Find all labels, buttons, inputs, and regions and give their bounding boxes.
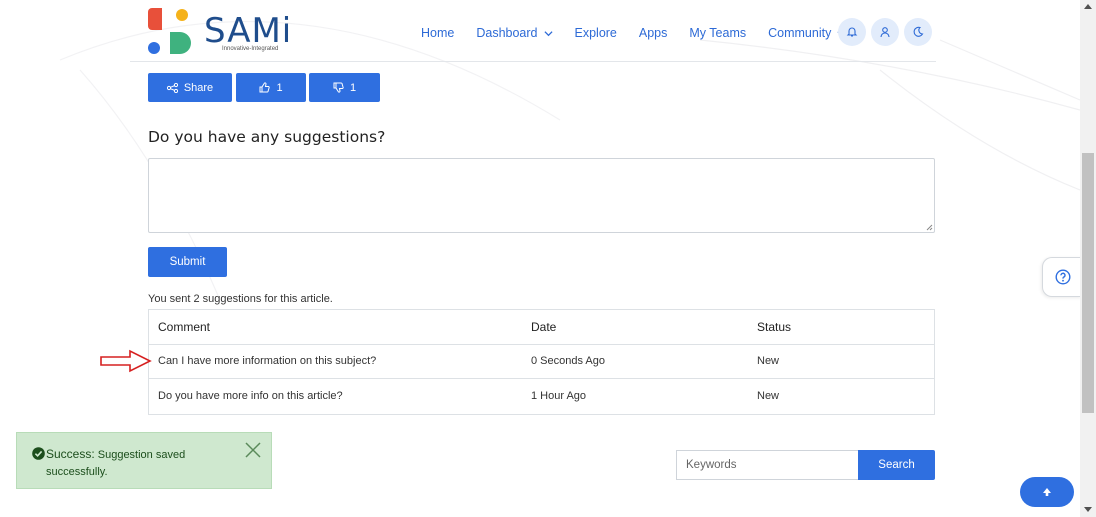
table-row: Can I have more information on this subj…	[149, 345, 934, 379]
share-button[interactable]: Share	[148, 73, 232, 102]
nav-item-home[interactable]: Home	[421, 26, 454, 40]
annotation-arrow-icon	[100, 349, 152, 373]
comment-cell: Do you have more info on this article?	[158, 390, 343, 403]
column-header-date: Date	[531, 319, 557, 334]
page-scrollbar[interactable]	[1080, 0, 1096, 517]
suggestions-count-note: You sent 2 suggestions for this article.	[148, 293, 333, 305]
profile-button[interactable]	[871, 18, 899, 46]
nav-item-explore-label: Explore	[574, 26, 617, 40]
dislike-button[interactable]: 1	[309, 73, 380, 102]
success-toast: Success: Suggestion saved successfully.	[16, 432, 272, 489]
like-count: 1	[276, 81, 283, 94]
search-input[interactable]	[676, 450, 858, 480]
close-icon[interactable]	[244, 441, 262, 459]
nav-item-community-label: Community	[768, 26, 832, 40]
share-icon	[166, 82, 178, 93]
scrollbar-thumb[interactable]	[1082, 153, 1094, 413]
thumbs-up-icon	[259, 82, 271, 93]
back-to-top-button[interactable]	[1020, 477, 1074, 507]
bell-icon	[846, 27, 858, 37]
suggestions-heading: Do you have any suggestions?	[148, 128, 386, 146]
column-header-comment: Comment	[158, 319, 211, 334]
status-cell: New	[757, 390, 780, 403]
toast-label: Success:	[46, 447, 95, 461]
article-actions: Share 1 1	[148, 73, 380, 102]
logo[interactable]: SAMi Innovative-Integrated	[148, 8, 298, 54]
suggestion-textarea[interactable]	[148, 158, 935, 233]
moon-icon	[913, 26, 924, 37]
chevron-down-icon	[543, 30, 553, 36]
nav-item-my-teams[interactable]: My Teams	[689, 26, 746, 40]
help-icon	[1054, 269, 1071, 285]
theme-toggle-button[interactable]	[904, 18, 932, 46]
check-circle-icon	[32, 447, 45, 460]
table-row: Do you have more info on this article? 1…	[149, 379, 934, 414]
nav-item-explore[interactable]: Explore	[575, 26, 617, 40]
like-button[interactable]: 1	[236, 73, 306, 102]
nav-item-dashboard[interactable]: Dashboard	[476, 26, 553, 40]
nav-item-dashboard-label: Dashboard	[476, 26, 538, 40]
arrow-up-icon	[1043, 488, 1051, 496]
suggestions-table: Comment Date Status Can I have more info…	[148, 309, 935, 415]
column-header-status: Status	[757, 319, 792, 334]
nav-item-my-teams-label: My Teams	[689, 26, 747, 40]
table-header-row: Comment Date Status	[149, 310, 934, 345]
submit-button[interactable]: Submit	[148, 247, 227, 277]
scroll-up-arrow-icon[interactable]	[1084, 4, 1092, 9]
resize-grip-icon[interactable]	[925, 223, 933, 231]
scroll-down-arrow-icon[interactable]	[1084, 507, 1092, 512]
nav-item-apps[interactable]: Apps	[639, 26, 668, 40]
header-icon-group	[838, 18, 937, 46]
date-cell: 0 Seconds Ago	[531, 355, 606, 368]
dislike-count: 1	[349, 81, 357, 94]
nav-item-home-label: Home	[421, 26, 455, 40]
logo-tagline: Innovative-Integrated	[222, 46, 279, 52]
logo-mark-icon	[148, 8, 191, 54]
date-cell: 1 Hour Ago	[531, 390, 587, 403]
search-button[interactable]: Search	[858, 450, 935, 480]
nav-item-community[interactable]: Community	[768, 26, 846, 40]
main-nav: Home Dashboard Explore Apps My Teams Com…	[421, 22, 868, 44]
nav-item-apps-label: Apps	[638, 26, 668, 40]
status-cell: New	[757, 355, 780, 368]
help-button[interactable]	[1042, 257, 1082, 297]
share-label: Share	[183, 81, 214, 94]
notifications-button[interactable]	[838, 18, 866, 46]
thumbs-down-icon	[333, 82, 344, 93]
user-icon	[880, 27, 890, 38]
logo-text: SAMi	[204, 11, 293, 51]
comment-cell: Can I have more information on this subj…	[158, 355, 377, 368]
toast-message: Success: Suggestion saved successfully.	[46, 446, 226, 481]
site-header: SAMi Innovative-Integrated Home Dashboar…	[130, 0, 936, 62]
